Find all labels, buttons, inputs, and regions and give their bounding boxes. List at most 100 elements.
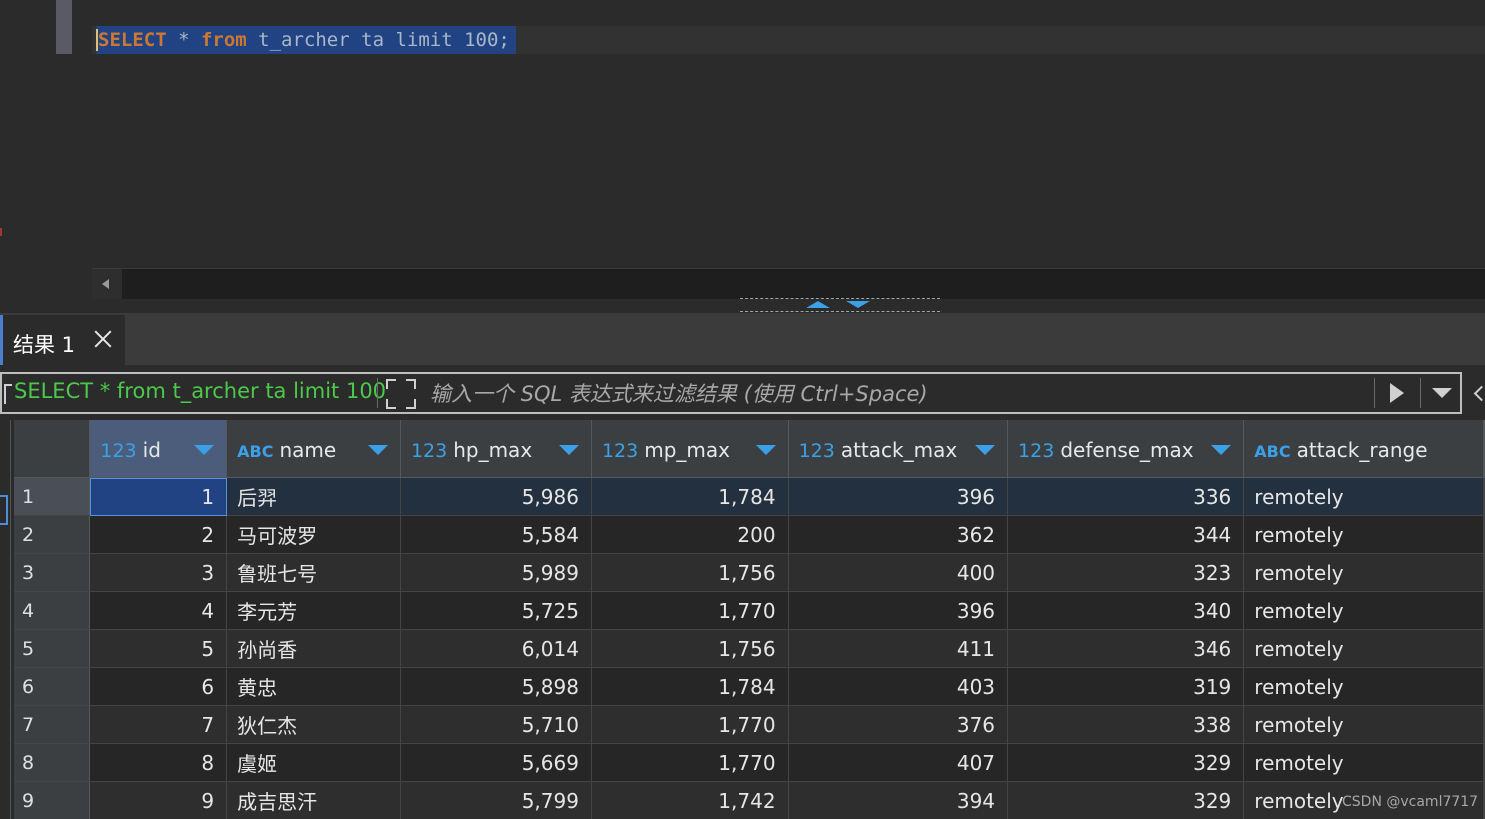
cell-name[interactable]: 鲁班七号 bbox=[226, 553, 401, 592]
executed-query-text[interactable]: SELECT * from t_archer ta limit 100 bbox=[14, 379, 386, 403]
cell-hp-max[interactable]: 5,799 bbox=[400, 781, 592, 819]
cell-mp-max[interactable]: 1,770 bbox=[591, 743, 789, 782]
tab-results-1[interactable]: 结果 1 bbox=[0, 315, 125, 365]
cell-hp-max[interactable]: 6,014 bbox=[400, 629, 592, 668]
cell-id[interactable]: 1 bbox=[89, 477, 228, 516]
cell-defense-max[interactable]: 323 bbox=[1007, 553, 1245, 592]
cell-id[interactable]: 5 bbox=[89, 629, 228, 668]
editor-horizontal-scrollbar[interactable] bbox=[92, 268, 1485, 299]
expand-icon[interactable] bbox=[386, 379, 416, 409]
maximize-up-icon[interactable] bbox=[806, 301, 830, 308]
cell-id[interactable]: 4 bbox=[89, 591, 228, 630]
row-number[interactable]: 2 bbox=[14, 515, 91, 554]
table-row[interactable]: 7 7 狄仁杰 5,710 1,770 376 338 remotely bbox=[14, 705, 1485, 744]
cell-mp-max[interactable]: 1,770 bbox=[591, 705, 789, 744]
cell-attack-max[interactable]: 403 bbox=[788, 667, 1009, 706]
cell-defense-max[interactable]: 340 bbox=[1007, 591, 1245, 630]
cell-defense-max[interactable]: 346 bbox=[1007, 629, 1245, 668]
cell-attack-max[interactable]: 407 bbox=[788, 743, 1009, 782]
cell-hp-max[interactable]: 5,669 bbox=[400, 743, 592, 782]
column-header-attack-max[interactable]: 123 attack_max bbox=[788, 420, 1009, 478]
cell-mp-max[interactable]: 1,784 bbox=[591, 477, 789, 516]
cell-id[interactable]: 8 bbox=[89, 743, 228, 782]
cell-id[interactable]: 3 bbox=[89, 553, 228, 592]
column-header-defense-max[interactable]: 123 defense_max bbox=[1007, 420, 1245, 478]
cell-mp-max[interactable]: 1,756 bbox=[591, 553, 789, 592]
sql-statement[interactable]: SELECT * from t_archer ta limit 100; bbox=[96, 26, 516, 54]
cell-attack-range[interactable]: remotely bbox=[1243, 515, 1484, 554]
cell-name[interactable]: 李元芳 bbox=[226, 591, 401, 630]
column-header-mp-max[interactable]: 123 mp_max bbox=[591, 420, 789, 478]
cell-attack-range[interactable]: remotely bbox=[1243, 477, 1484, 516]
cell-name[interactable]: 成吉思汗 bbox=[226, 781, 401, 819]
cell-attack-range[interactable]: remotely bbox=[1243, 591, 1484, 630]
column-menu-arrow-icon[interactable] bbox=[558, 445, 579, 455]
column-header-hp-max[interactable]: 123 hp_max bbox=[400, 420, 592, 478]
cell-attack-max[interactable]: 362 bbox=[788, 515, 1009, 554]
column-header-name[interactable]: ABC name bbox=[226, 420, 401, 478]
cell-attack-range[interactable]: remotely bbox=[1243, 667, 1484, 706]
column-menu-arrow-icon[interactable] bbox=[194, 445, 215, 455]
table-row[interactable]: 8 8 虞姬 5,669 1,770 407 329 remotely bbox=[14, 743, 1485, 782]
cell-attack-range[interactable]: remotely bbox=[1243, 705, 1484, 744]
row-number[interactable]: 6 bbox=[14, 667, 91, 706]
cell-name[interactable]: 后羿 bbox=[226, 477, 401, 516]
cell-hp-max[interactable]: 5,898 bbox=[400, 667, 592, 706]
select-all-corner[interactable] bbox=[14, 420, 91, 478]
table-row[interactable]: 9 9 成吉思汗 5,799 1,742 394 329 remotely bbox=[14, 781, 1485, 819]
row-number[interactable]: 4 bbox=[14, 591, 91, 630]
row-number[interactable]: 3 bbox=[14, 553, 91, 592]
cell-mp-max[interactable]: 1,770 bbox=[591, 591, 789, 630]
cell-name[interactable]: 孙尚香 bbox=[226, 629, 401, 668]
cell-hp-max[interactable]: 5,989 bbox=[400, 553, 592, 592]
table-row[interactable]: 4 4 李元芳 5,725 1,770 396 340 remotely bbox=[14, 591, 1485, 630]
result-grid[interactable]: 123 id ABC name 123 hp_max 123 mp_max 123 att… bbox=[14, 420, 1485, 819]
table-row[interactable]: 1 1 后羿 5,986 1,784 396 336 remotely bbox=[14, 477, 1485, 516]
cell-attack-range[interactable]: remotely bbox=[1243, 629, 1484, 668]
cell-name[interactable]: 马可波罗 bbox=[226, 515, 401, 554]
cell-mp-max[interactable]: 1,784 bbox=[591, 667, 789, 706]
cell-defense-max[interactable]: 336 bbox=[1007, 477, 1245, 516]
row-number[interactable]: 7 bbox=[14, 705, 91, 744]
column-menu-arrow-icon[interactable] bbox=[1211, 445, 1232, 455]
cell-hp-max[interactable]: 5,725 bbox=[400, 591, 592, 630]
table-row[interactable]: 6 6 黄忠 5,898 1,784 403 319 remotely bbox=[14, 667, 1485, 706]
apply-filter-button[interactable] bbox=[1378, 376, 1418, 410]
cell-attack-max[interactable]: 394 bbox=[788, 781, 1009, 819]
cell-attack-range[interactable]: remotely bbox=[1243, 743, 1484, 782]
cell-defense-max[interactable]: 338 bbox=[1007, 705, 1245, 744]
cell-defense-max[interactable]: 329 bbox=[1007, 781, 1245, 819]
column-header-id[interactable]: 123 id bbox=[89, 420, 228, 478]
cell-mp-max[interactable]: 1,742 bbox=[591, 781, 789, 819]
panel-splitter[interactable] bbox=[740, 298, 940, 312]
filter-expression-input[interactable] bbox=[428, 376, 1372, 412]
column-menu-arrow-icon[interactable] bbox=[367, 445, 388, 455]
cell-defense-max[interactable]: 319 bbox=[1007, 667, 1245, 706]
table-row[interactable]: 2 2 马可波罗 5,584 200 362 344 remotely bbox=[14, 515, 1485, 554]
close-icon[interactable] bbox=[93, 329, 113, 349]
cell-attack-max[interactable]: 400 bbox=[788, 553, 1009, 592]
cell-hp-max[interactable]: 5,584 bbox=[400, 515, 592, 554]
cell-hp-max[interactable]: 5,986 bbox=[400, 477, 592, 516]
column-menu-arrow-icon[interactable] bbox=[975, 445, 996, 455]
row-number[interactable]: 8 bbox=[14, 743, 91, 782]
cell-id[interactable]: 9 bbox=[89, 781, 228, 819]
cell-hp-max[interactable]: 5,710 bbox=[400, 705, 592, 744]
cell-attack-max[interactable]: 376 bbox=[788, 705, 1009, 744]
cell-name[interactable]: 虞姬 bbox=[226, 743, 401, 782]
cell-defense-max[interactable]: 329 bbox=[1007, 743, 1245, 782]
cell-mp-max[interactable]: 200 bbox=[591, 515, 789, 554]
cell-id[interactable]: 2 bbox=[89, 515, 228, 554]
cell-attack-range[interactable]: remotely bbox=[1243, 553, 1484, 592]
cell-name[interactable]: 黄忠 bbox=[226, 667, 401, 706]
cell-attack-max[interactable]: 396 bbox=[788, 477, 1009, 516]
cell-id[interactable]: 7 bbox=[89, 705, 228, 744]
cell-attack-max[interactable]: 411 bbox=[788, 629, 1009, 668]
row-number[interactable]: 5 bbox=[14, 629, 91, 668]
cell-defense-max[interactable]: 344 bbox=[1007, 515, 1245, 554]
table-row[interactable]: 3 3 鲁班七号 5,989 1,756 400 323 remotely bbox=[14, 553, 1485, 592]
cell-id[interactable]: 6 bbox=[89, 667, 228, 706]
scroll-left-button[interactable] bbox=[92, 269, 122, 299]
chevron-left-icon[interactable] bbox=[1472, 384, 1482, 404]
filter-history-dropdown[interactable] bbox=[1424, 376, 1460, 410]
